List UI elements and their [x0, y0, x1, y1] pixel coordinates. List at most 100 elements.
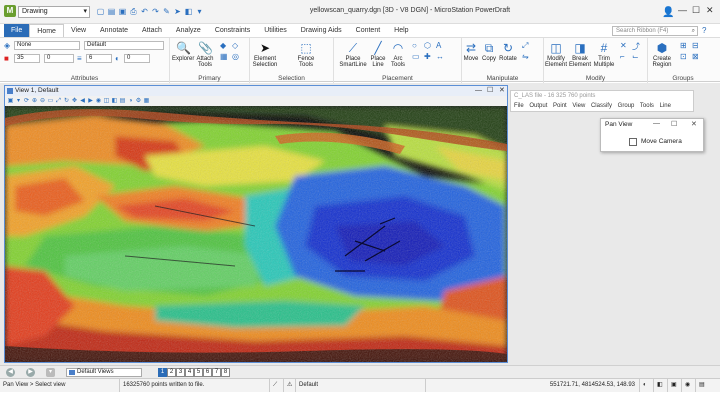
primary-tool-3-icon[interactable]: ▦	[220, 52, 228, 61]
transparency-select[interactable]: 0	[124, 54, 150, 63]
view-attributes-icon[interactable]: ▣	[7, 98, 14, 105]
tab-utilities[interactable]: Utilities	[257, 24, 294, 37]
settings-icon[interactable]: ▾	[195, 7, 204, 16]
back-icon[interactable]: ◀	[6, 368, 15, 377]
view-maximize-button[interactable]: ☐	[487, 86, 493, 96]
menu-classify[interactable]: Classify	[591, 103, 612, 109]
tab-file[interactable]: File	[4, 24, 30, 37]
view-button-4[interactable]: 4	[185, 368, 194, 377]
color-select[interactable]: 35	[14, 54, 40, 63]
attach-tools-button[interactable]: 📎 Attach Tools	[194, 41, 216, 68]
menu-file[interactable]: File	[514, 103, 524, 109]
pan-minimize-button[interactable]: —	[653, 120, 660, 127]
extend-icon[interactable]: ⤴	[632, 41, 640, 52]
display-style-icon[interactable]: ◑	[127, 98, 134, 105]
menu-group[interactable]: Group	[618, 103, 635, 109]
new-file-icon[interactable]: ▢	[96, 7, 105, 16]
select-icon[interactable]: ➤	[173, 7, 182, 16]
fit-view-icon[interactable]: ⤢	[55, 98, 62, 105]
tab-constraints[interactable]: Constraints	[208, 24, 257, 37]
pan-view-icon[interactable]: ✥	[71, 98, 78, 105]
view-settings-icon[interactable]: ⚙	[135, 98, 142, 105]
menu-line[interactable]: Line	[660, 103, 671, 109]
tab-attach[interactable]: Attach	[135, 24, 169, 37]
fillet-icon[interactable]: ⌐	[620, 52, 625, 61]
place-smartline-button[interactable]: ⟋ Place SmartLine	[338, 41, 368, 68]
move-camera-checkbox[interactable]	[629, 138, 637, 146]
menu-tools[interactable]: Tools	[640, 103, 654, 109]
save-icon[interactable]: ▣	[118, 7, 127, 16]
tab-view[interactable]: View	[64, 24, 93, 37]
view-close-button[interactable]: ✕	[499, 86, 505, 96]
lock-icon[interactable]: ◧	[184, 7, 193, 16]
rectangle-icon[interactable]: ▭	[412, 52, 420, 61]
arc-tools-button[interactable]: ◠ Arc Tools	[388, 41, 408, 68]
view-minimize-button[interactable]: —	[475, 86, 482, 96]
primary-tool-1-icon[interactable]: ◆	[220, 41, 226, 50]
weight-select[interactable]: 6	[86, 54, 112, 63]
window-area-icon[interactable]: ▭	[47, 98, 54, 105]
view-button-2[interactable]: 2	[167, 368, 176, 377]
tab-help[interactable]: Help	[387, 24, 415, 37]
view-previous-icon[interactable]: ◀	[79, 98, 86, 105]
tab-annotate[interactable]: Annotate	[93, 24, 135, 37]
zoom-out-icon[interactable]: ⊖	[39, 98, 46, 105]
status-model[interactable]: Default	[296, 379, 426, 393]
place-line-button[interactable]: ╱ Place Line	[368, 41, 388, 68]
primary-tool-4-icon[interactable]: ◎	[232, 52, 239, 61]
tab-analyze[interactable]: Analyze	[169, 24, 208, 37]
status-icon-2[interactable]: ◧	[654, 379, 668, 393]
zoom-in-icon[interactable]: ⊕	[31, 98, 38, 105]
line-style-select[interactable]: 0	[44, 54, 74, 63]
status-icon-4[interactable]: ◉	[682, 379, 696, 393]
view-group-menu-icon[interactable]: ▾	[46, 368, 55, 377]
open-file-icon[interactable]: ▤	[107, 7, 116, 16]
group-icon[interactable]: ⊞	[680, 41, 687, 50]
tab-content[interactable]: Content	[349, 24, 388, 37]
status-icon-1[interactable]: ◐	[640, 379, 654, 393]
text-icon[interactable]: A	[436, 41, 441, 50]
element-selection-button[interactable]: ➤ Element Selection	[252, 41, 278, 68]
search-ribbon-input[interactable]: Search Ribbon (F4) ⌕	[612, 26, 698, 36]
named-group-icon[interactable]: ⊡	[680, 52, 687, 61]
polygon-icon[interactable]: ⬡	[424, 41, 431, 50]
rotate-button[interactable]: ↻ Rotate	[498, 41, 518, 62]
pin-icon[interactable]: ✎	[162, 7, 171, 16]
undo-icon[interactable]: ↶	[140, 7, 149, 16]
view-button-3[interactable]: 3	[176, 368, 185, 377]
tab-drawing-aids[interactable]: Drawing Aids	[294, 24, 349, 37]
view-options-icon[interactable]: ▦	[143, 98, 150, 105]
view-group-select[interactable]: Default Views	[66, 368, 142, 377]
clip-mask-icon[interactable]: ◧	[111, 98, 118, 105]
user-icon[interactable]: 👤	[662, 7, 674, 18]
text-style-select[interactable]: Default	[84, 41, 164, 50]
lock-status-icon[interactable]: ⚠	[284, 379, 296, 393]
saved-views-icon[interactable]: ▤	[119, 98, 126, 105]
help-icon[interactable]: ?	[702, 26, 706, 35]
trim-multiple-button[interactable]: # Trim Multiple	[592, 41, 616, 68]
menu-view[interactable]: View	[572, 103, 585, 109]
create-region-button[interactable]: ⬢ Create Region	[650, 41, 674, 68]
tab-home[interactable]: Home	[29, 24, 64, 37]
level-select[interactable]: None	[14, 41, 80, 50]
copy-button[interactable]: ⧉ Copy	[480, 41, 498, 62]
cell-icon[interactable]: ✚	[424, 52, 431, 61]
menu-point[interactable]: Point	[553, 103, 567, 109]
pan-maximize-button[interactable]: ☐	[671, 120, 677, 128]
workspace-select[interactable]: Drawing	[18, 6, 90, 18]
ungroup-icon[interactable]: ⊟	[692, 41, 699, 50]
point-cloud-canvas[interactable]	[5, 106, 507, 362]
view-button-1[interactable]: 1	[158, 368, 167, 377]
view-window[interactable]: View 1, Default — ☐ ✕ ▣ ▾ ⟳ ⊕ ⊖ ▭ ⤢ ↻ ✥ …	[4, 85, 508, 363]
view-button-8[interactable]: 8	[221, 368, 230, 377]
update-view-icon[interactable]: ⟳	[23, 98, 30, 105]
dimension-icon[interactable]: ↔	[436, 52, 444, 61]
break-element-button[interactable]: ◨ Break Element	[568, 41, 592, 68]
status-icon-3[interactable]: ▣	[668, 379, 682, 393]
view-button-6[interactable]: 6	[203, 368, 212, 377]
close-button[interactable]: ✕	[706, 5, 714, 16]
maximize-button[interactable]: ☐	[692, 5, 700, 16]
snap-icon[interactable]: ⟋	[270, 379, 284, 393]
pan-close-button[interactable]: ✕	[691, 120, 697, 128]
primary-tool-2-icon[interactable]: ◇	[232, 41, 238, 50]
